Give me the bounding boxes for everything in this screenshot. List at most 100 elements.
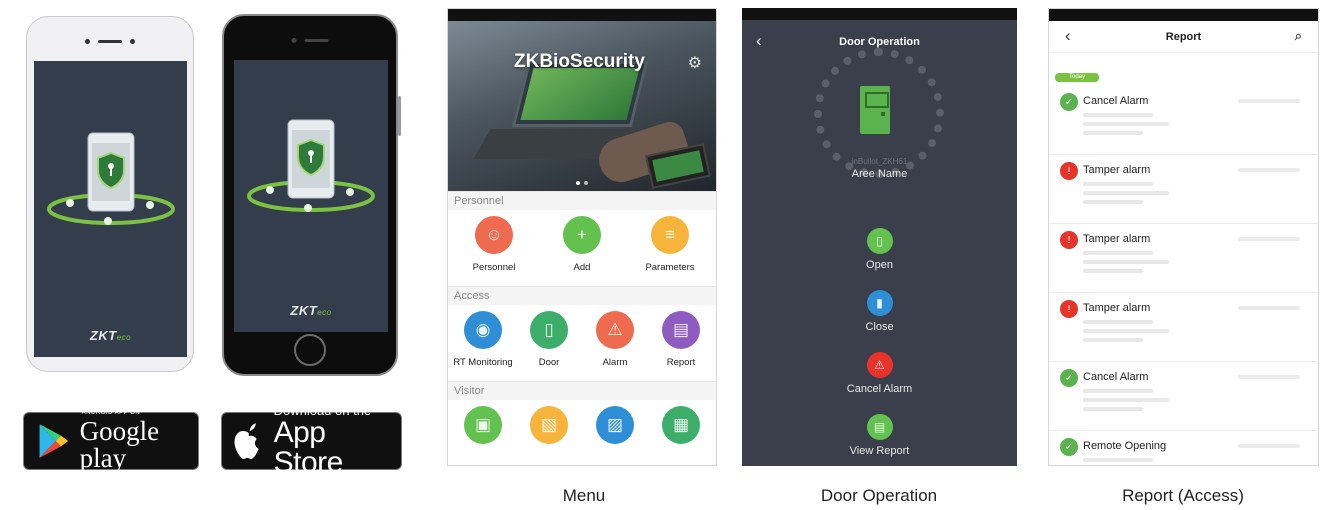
menu-row: ◉ RT Monitoring ▯ Door ⚠ Alarm ▤ Report <box>448 305 716 381</box>
menu-item[interactable]: + Add <box>550 216 614 273</box>
badge-big-text: Google play <box>79 416 160 473</box>
back-arrow-icon[interactable]: ‹ <box>1065 26 1071 46</box>
success-status-icon: ✓ <box>1060 369 1078 387</box>
status-bar <box>1049 9 1318 21</box>
badge-big-text: App Store <box>273 416 344 479</box>
event-name: Cancel Alarm <box>1083 95 1149 107</box>
google-play-triangle-icon <box>39 424 69 458</box>
menu-item-label: Alarm <box>602 357 628 368</box>
search-icon[interactable]: ⌕ <box>1295 28 1302 44</box>
android-splash-screen: ZKTeco <box>34 61 187 357</box>
visitor-add-icon: ▧ <box>530 406 568 444</box>
menu-item[interactable]: ⚠ Alarm <box>583 311 647 368</box>
faded-detail-line <box>1083 338 1143 342</box>
report-item[interactable]: ! Tamper alarm <box>1049 229 1318 293</box>
door-operation-screen: ‹ Door Operation inBuilot_ZKH61 Aree Nam… <box>742 8 1017 466</box>
add-person-icon: + <box>563 216 601 254</box>
faded-timestamp <box>1238 99 1300 103</box>
event-name: Remote Opening <box>1083 440 1167 452</box>
door-action-button[interactable]: ▯ Open <box>742 228 1017 271</box>
report-header: ‹ Report ⌕ <box>1049 21 1318 53</box>
menu-item-label: Door <box>538 357 560 368</box>
menu-item-label: RT Monitoring <box>453 357 513 368</box>
faded-timestamp <box>1238 375 1300 379</box>
alarm-status-icon: ! <box>1060 162 1078 180</box>
screen-title: Door Operation <box>839 36 920 48</box>
alarm-icon: ⚠ <box>596 311 634 349</box>
side-button <box>398 96 401 136</box>
menu-item[interactable]: ☺ Personnel <box>462 216 526 273</box>
visitor-report-icon: ▦ <box>662 406 700 444</box>
event-name: Tamper alarm <box>1083 164 1151 176</box>
app-title: ZKBioSecurity <box>514 51 645 72</box>
faded-detail-line <box>1083 458 1153 462</box>
rt-monitoring-icon: ◉ <box>464 311 502 349</box>
shield-keyhole-icon <box>247 119 375 212</box>
app-store-badge[interactable]: Download on the App Store <box>221 404 402 478</box>
caption-report: Report (Access) <box>1122 486 1244 505</box>
apple-icon <box>234 423 259 460</box>
iphone: ZKTeco <box>222 14 401 376</box>
shield-keyhole-icon <box>46 132 175 225</box>
alarm-status-icon: ! <box>1060 300 1078 318</box>
menu-item[interactable]: ▯ Door <box>517 311 581 368</box>
faded-detail-line <box>1083 182 1153 186</box>
faded-detail-line <box>1083 131 1143 135</box>
caption-door-operation: Door Operation <box>820 486 938 505</box>
menu-item[interactable]: ▨ <box>583 406 647 452</box>
home-button[interactable] <box>294 334 326 366</box>
faded-detail-line <box>1083 260 1169 264</box>
screen-title: Report <box>1165 30 1202 43</box>
area-name: Aree Name <box>851 168 908 180</box>
menu-sections: Personnel ☺ Personnel + Add ≡ Parameters Access… <box>448 191 716 465</box>
menu-item-label: Report <box>666 357 696 368</box>
alarm-status-icon: ! <box>1060 231 1078 249</box>
menu-item[interactable]: ▣ <box>451 406 515 452</box>
report-item[interactable]: ✓ Cancel Alarm <box>1049 91 1318 155</box>
zkteco-logo: ZKTeco <box>89 328 132 343</box>
menu-item[interactable]: ◉ RT Monitoring <box>451 311 515 368</box>
phone-speaker <box>291 38 329 43</box>
gear-icon[interactable]: ⚙ <box>688 53 702 73</box>
section-title: Personnel <box>448 191 716 210</box>
android-phone: ZKTeco <box>26 16 194 372</box>
report-item[interactable]: ✓ Remote Opening <box>1049 436 1318 465</box>
door-action-button[interactable]: ▮ Close <box>742 290 1017 333</box>
parameters-icon: ≡ <box>651 216 689 254</box>
faded-detail-line <box>1083 113 1153 117</box>
report-item[interactable]: ! Tamper alarm <box>1049 160 1318 224</box>
section-title: Access <box>448 286 716 305</box>
date-tag: Today <box>1055 73 1099 82</box>
google-play-badge[interactable]: ANDROID APP ON Google play <box>23 410 199 473</box>
faded-detail-line <box>1083 122 1169 126</box>
door-action-label: Close <box>865 321 894 333</box>
door-action-button[interactable]: ▤ View Report <box>742 414 1017 457</box>
faded-detail-line <box>1083 191 1169 195</box>
menu-item[interactable]: ▧ <box>517 406 581 452</box>
faded-timestamp <box>1238 168 1300 172</box>
device-id: inBuilot_ZKH61 <box>851 157 908 166</box>
cancel-alarm-icon: ⚠ <box>866 352 893 378</box>
report-item[interactable]: ✓ Cancel Alarm <box>1049 367 1318 431</box>
menu-screen: ZKBioSecurity ⚙ Personnel ☺ Personnel + Add ≡… <box>447 8 717 466</box>
report-screen: ‹ Report ⌕ Today ✓ Cancel Alarm! Tamper al… <box>1048 8 1319 466</box>
menu-item-label: Add <box>573 262 591 273</box>
phone-speaker <box>85 39 135 44</box>
faded-detail-line <box>1083 200 1143 204</box>
faded-detail-line <box>1083 398 1169 402</box>
faded-detail-line <box>1083 269 1143 273</box>
door-action-label: Cancel Alarm <box>846 383 913 395</box>
back-arrow-icon[interactable]: ‹ <box>756 31 762 51</box>
menu-item[interactable]: ≡ Parameters <box>638 216 702 273</box>
status-bar <box>742 8 1017 20</box>
door-icon: ▯ <box>530 311 568 349</box>
menu-item[interactable]: ▤ Report <box>649 311 713 368</box>
zkteco-logo: ZKTeco <box>290 303 332 318</box>
faded-timestamp <box>1238 237 1300 241</box>
report-item[interactable]: ! Tamper alarm <box>1049 298 1318 362</box>
report-icon: ▤ <box>662 311 700 349</box>
door-close-icon: ▮ <box>866 290 893 316</box>
menu-item[interactable]: ▦ <box>649 406 713 452</box>
door-action-button[interactable]: ⚠ Cancel Alarm <box>742 352 1017 395</box>
status-bar <box>448 9 716 21</box>
